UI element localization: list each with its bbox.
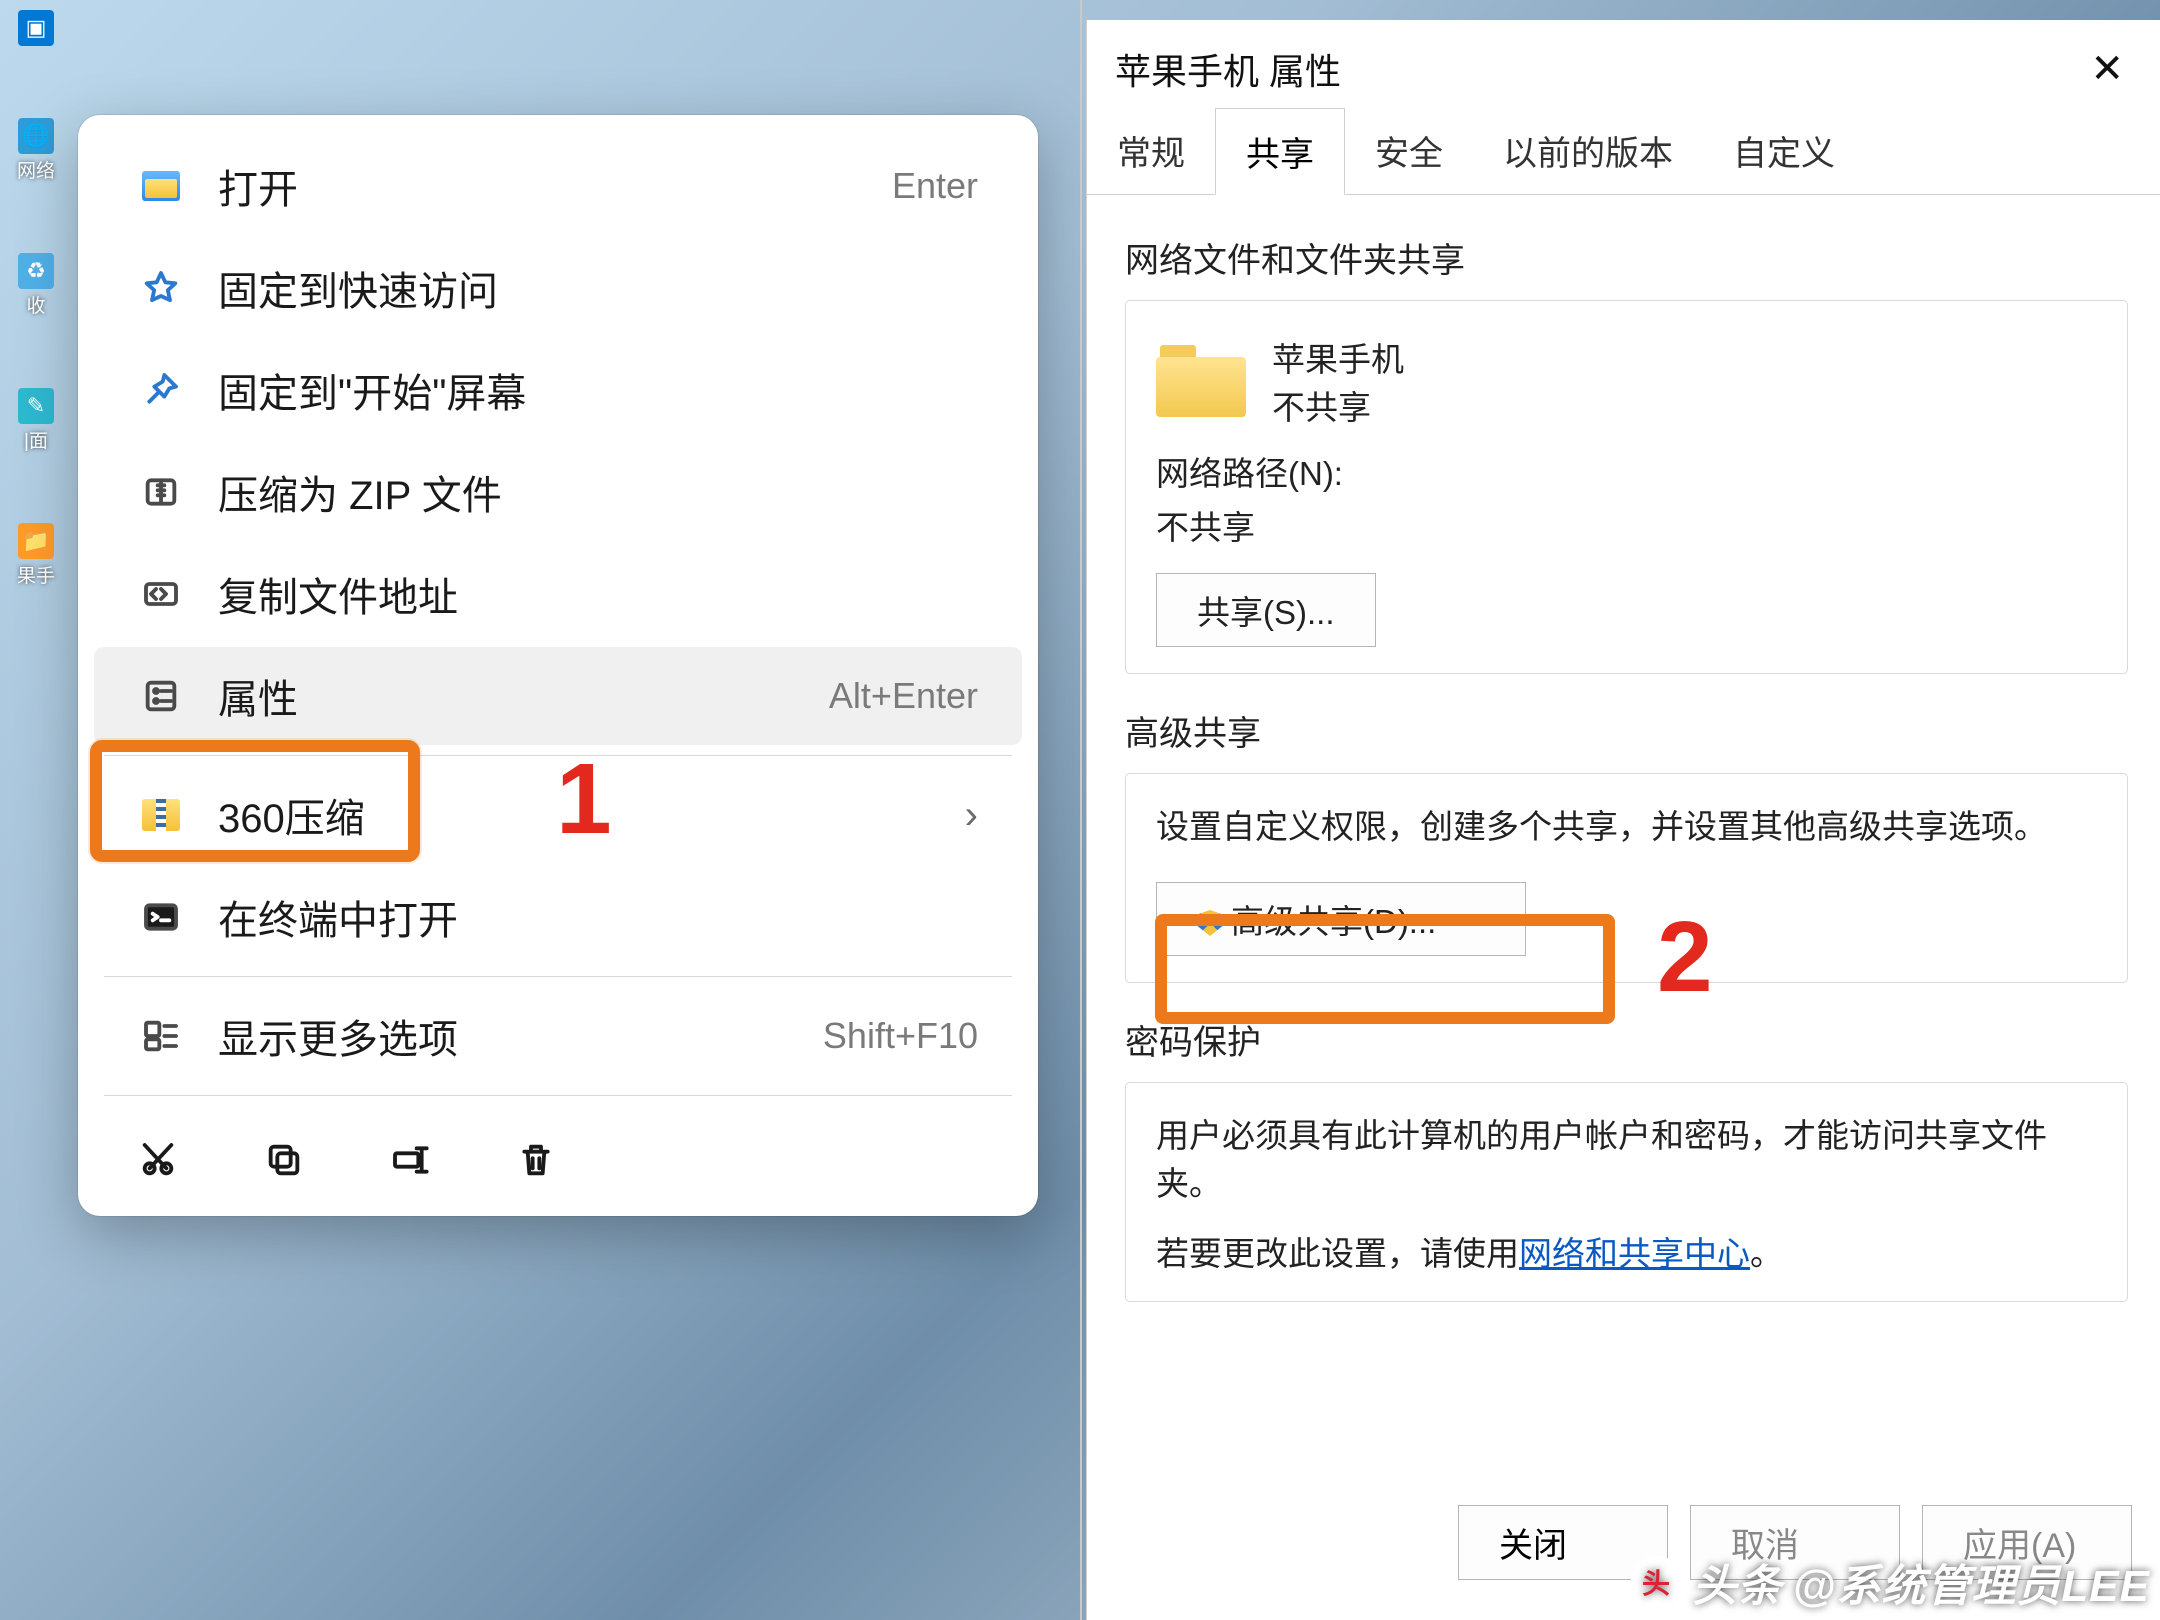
folder-icon: [1156, 345, 1246, 417]
ctx-bottom-actions: [78, 1106, 1038, 1198]
tab-sharing[interactable]: 共享: [1215, 108, 1345, 195]
properties-dialog: 苹果手机 属性 ✕ 常规 共享 安全 以前的版本 自定义 网络文件和文件夹共享: [1086, 20, 2160, 1620]
folder-name: 苹果手机: [1272, 333, 1404, 381]
network-center-link[interactable]: 网络和共享中心: [1519, 1235, 1750, 1272]
dialog-title: 苹果手机 属性: [1115, 43, 1341, 95]
separator: [104, 976, 1012, 977]
tab-previous[interactable]: 以前的版本: [1473, 108, 1703, 194]
watermark: 头 头条 @系统管理员LEE: [1631, 1550, 2150, 1614]
terminal-icon: [138, 894, 184, 940]
folder-state: 不共享: [1272, 381, 1404, 429]
tab-security[interactable]: 安全: [1345, 108, 1473, 194]
share-button[interactable]: 共享(S)...: [1156, 573, 1376, 647]
desktop-icon[interactable]: ▣: [18, 10, 54, 46]
watermark-logo: 头: [1631, 1556, 1683, 1608]
pw-line1: 用户必须具有此计算机的用户帐户和密码，才能访问共享文件夹。: [1156, 1109, 2097, 1205]
sect-network-sharing: 网络文件和文件夹共享: [1125, 233, 2128, 282]
annotation-1: 1: [556, 742, 612, 857]
close-button[interactable]: ✕: [2078, 42, 2136, 96]
tab-general[interactable]: 常规: [1087, 108, 1215, 194]
dialog-tabs: 常规 共享 安全 以前的版本 自定义: [1087, 108, 2160, 195]
netpath-value: 不共享: [1156, 501, 2097, 549]
ctx-terminal[interactable]: 在终端中打开: [94, 868, 1022, 966]
highlight-2: [1155, 914, 1615, 1024]
highlight-1: [90, 740, 420, 862]
desktop-icon[interactable]: ✎: [18, 388, 54, 424]
desktop-icon[interactable]: 🌐: [18, 118, 54, 154]
netpath-label: 网络路径(N):: [1156, 447, 2097, 495]
rename-icon[interactable]: [382, 1132, 438, 1188]
annotation-2: 2: [1657, 900, 1713, 1015]
pw-line2: 若要更改此设置，请使用网络和共享中心。: [1156, 1227, 2097, 1275]
ctx-pin-start[interactable]: 固定到"开始"屏幕: [94, 341, 1022, 439]
separator: [104, 1095, 1012, 1096]
ctx-pin-quick[interactable]: 固定到快速访问: [94, 239, 1022, 337]
copy-icon[interactable]: [256, 1132, 312, 1188]
desktop-icon[interactable]: ♻: [18, 253, 54, 289]
star-icon: [138, 265, 184, 311]
ctx-more[interactable]: 显示更多选项 Shift+F10: [94, 987, 1022, 1085]
delete-icon[interactable]: [508, 1132, 564, 1188]
path-icon: [138, 571, 184, 617]
cut-icon[interactable]: [130, 1132, 186, 1188]
properties-icon: [138, 673, 184, 719]
more-icon: [138, 1013, 184, 1059]
zip-icon: [138, 469, 184, 515]
desktop-icon[interactable]: 📁: [18, 523, 54, 559]
tab-customize[interactable]: 自定义: [1703, 108, 1865, 194]
advanced-desc: 设置自定义权限，创建多个共享，并设置其他高级共享选项。: [1156, 800, 2097, 848]
ctx-zip[interactable]: 压缩为 ZIP 文件: [94, 443, 1022, 541]
ctx-copy-path[interactable]: 复制文件地址: [94, 545, 1022, 643]
ctx-open[interactable]: 打开 Enter: [94, 137, 1022, 235]
folder-open-icon: [138, 163, 184, 209]
desktop-icons: ▣ 🌐网络 ♻收 ✎|面 📁果手: [16, 10, 56, 588]
sect-advanced-sharing: 高级共享: [1125, 706, 2128, 755]
context-menu: 打开 Enter 固定到快速访问 固定到"开始"屏幕 压缩为 ZIP 文件 复制…: [78, 115, 1038, 1216]
pin-icon: [138, 367, 184, 413]
ctx-properties[interactable]: 属性 Alt+Enter: [94, 647, 1022, 745]
